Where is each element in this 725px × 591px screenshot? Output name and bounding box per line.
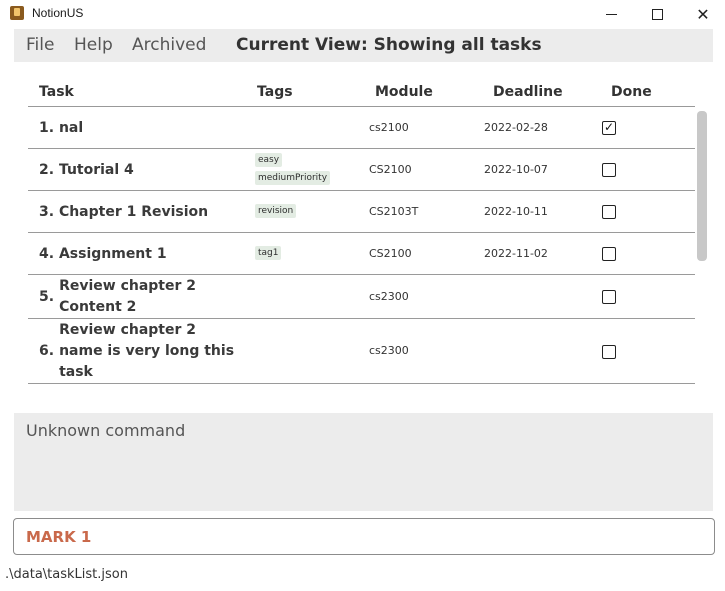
- task-table: Task Tags Module Deadline Done 1. nal cs…: [28, 78, 695, 384]
- table-header: Task Tags Module Deadline Done: [28, 78, 695, 107]
- task-name: 1. nal: [39, 120, 84, 136]
- maximize-button[interactable]: [634, 0, 680, 28]
- tag-badge: revision: [255, 204, 297, 218]
- check-icon: ✓: [604, 120, 615, 134]
- menu-help[interactable]: Help: [74, 35, 113, 55]
- tag-badge: easy: [255, 153, 283, 167]
- title-bar: NotionUS ✕: [0, 0, 725, 28]
- header-deadline: Deadline: [493, 84, 563, 100]
- task-module: CS2103T: [369, 205, 419, 218]
- task-deadline: 2022-11-02: [484, 247, 548, 260]
- menu-archived[interactable]: Archived: [132, 35, 206, 55]
- menu-bar: File Help Archived Current View: Showing…: [14, 29, 713, 62]
- close-button[interactable]: ✕: [680, 0, 725, 28]
- header-task: Task: [39, 84, 74, 100]
- task-tags: revision: [255, 204, 297, 218]
- task-name: 5. Review chapter 2 Content 2: [39, 278, 197, 315]
- done-checkbox[interactable]: [602, 205, 616, 219]
- maximize-icon: [651, 8, 663, 20]
- table-row[interactable]: 4. Assignment 1 tag1 CS2100 2022-11-02: [28, 233, 695, 275]
- task-deadline: 2022-10-07: [484, 163, 548, 176]
- status-file-path: .\data\taskList.json: [5, 567, 128, 582]
- command-text[interactable]: MARK 1: [26, 528, 91, 546]
- done-checkbox[interactable]: [602, 247, 616, 261]
- task-name: 4. Assignment 1: [39, 246, 167, 262]
- result-message: Unknown command: [26, 421, 186, 440]
- header-tags: Tags: [257, 84, 293, 100]
- tag-badge: tag1: [255, 246, 282, 260]
- task-module: CS2100: [369, 247, 412, 260]
- close-icon: ✕: [696, 4, 710, 24]
- table-row[interactable]: 5. Review chapter 2 Content 2 cs2300: [28, 275, 695, 319]
- table-row[interactable]: 2. Tutorial 4 easy mediumPriority CS2100…: [28, 149, 695, 191]
- header-module: Module: [375, 84, 433, 100]
- task-name: 2. Tutorial 4: [39, 162, 134, 178]
- task-tags: tag1: [255, 246, 282, 260]
- minimize-button[interactable]: [588, 0, 634, 28]
- done-checkbox[interactable]: [602, 345, 616, 359]
- done-checkbox[interactable]: ✓: [602, 120, 616, 135]
- command-input[interactable]: MARK 1: [13, 518, 715, 555]
- tag-badge: mediumPriority: [255, 171, 331, 185]
- task-module: cs2100: [369, 121, 409, 134]
- task-deadline: 2022-02-28: [484, 121, 548, 134]
- menu-file[interactable]: File: [26, 35, 54, 55]
- task-module: cs2300: [369, 344, 409, 357]
- result-display: Unknown command: [14, 413, 713, 511]
- header-done: Done: [611, 84, 652, 100]
- minimize-icon: [605, 13, 617, 15]
- task-name: 3. Chapter 1 Revision: [39, 204, 209, 220]
- task-module: CS2100: [369, 163, 412, 176]
- table-row[interactable]: 6. Review chapter 2 name is very long th…: [28, 319, 695, 384]
- table-scrollbar[interactable]: [697, 111, 707, 261]
- table-row[interactable]: 3. Chapter 1 Revision revision CS2103T 2…: [28, 191, 695, 233]
- task-module: cs2300: [369, 290, 409, 303]
- current-view-label: Current View: Showing all tasks: [236, 35, 542, 55]
- task-name: 6. Review chapter 2 name is very long th…: [39, 322, 235, 380]
- done-checkbox[interactable]: [602, 163, 616, 177]
- task-deadline: 2022-10-11: [484, 205, 548, 218]
- app-logo-icon: [10, 6, 24, 20]
- window-title: NotionUS: [32, 6, 84, 20]
- task-tags: easy mediumPriority: [255, 153, 331, 185]
- done-checkbox[interactable]: [602, 290, 616, 304]
- table-row[interactable]: 1. nal cs2100 2022-02-28 ✓: [28, 107, 695, 149]
